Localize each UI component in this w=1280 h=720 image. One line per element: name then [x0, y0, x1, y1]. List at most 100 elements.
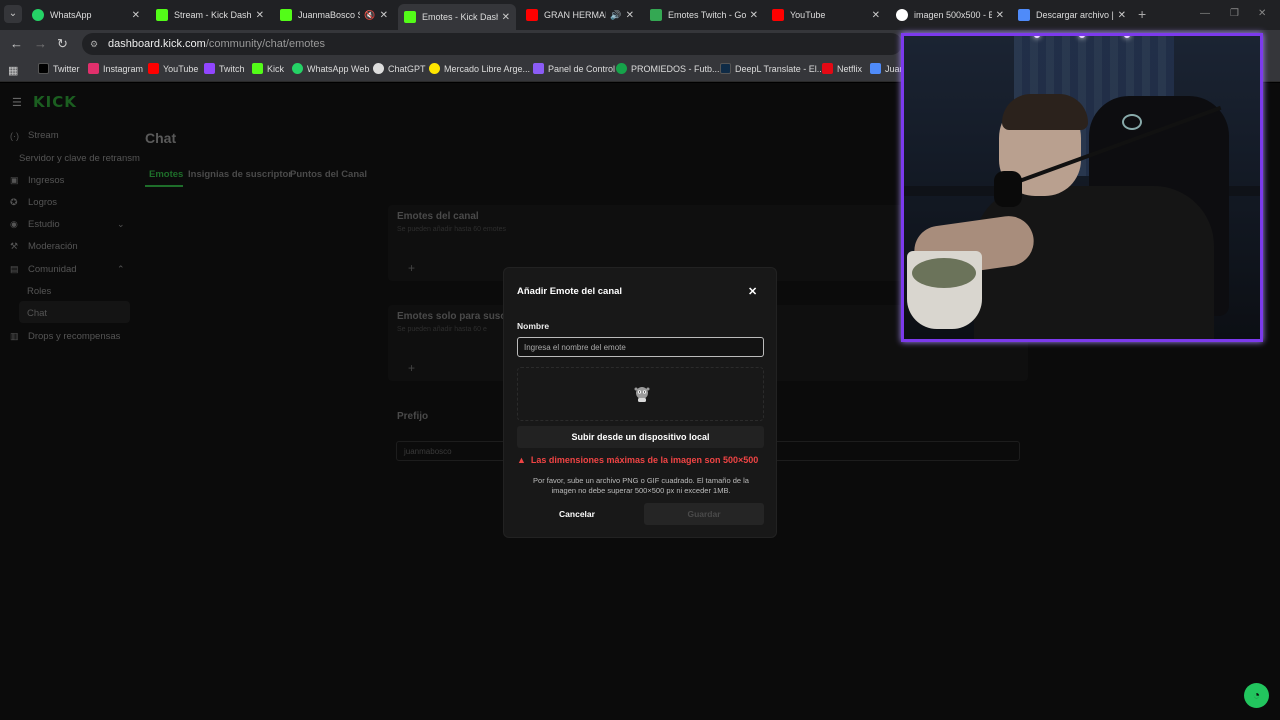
- promiedos-icon: [616, 63, 627, 74]
- tab-emotes-twitch[interactable]: Emotes Twitch - Goo ✕: [644, 4, 764, 26]
- bookmark-label: Panel de Control: [548, 63, 616, 74]
- bookmark-whatsapp-web[interactable]: WhatsApp Web: [292, 63, 369, 74]
- revenue-icon: ▣: [10, 175, 19, 185]
- tab-title: Emotes Twitch - Goo: [668, 10, 746, 20]
- bookmark-twitter[interactable]: Twitter: [38, 63, 80, 74]
- youtube-icon: [772, 9, 784, 21]
- tab-puntos[interactable]: Puntos del Canal: [290, 169, 367, 180]
- emote-placeholder-icon: [634, 387, 650, 402]
- bookmark-chatgpt[interactable]: ChatGPT: [373, 63, 426, 74]
- tab-title: Emotes - Kick Dashbo: [422, 12, 498, 22]
- close-icon[interactable]: ✕: [502, 12, 510, 23]
- tab-stream-kick[interactable]: Stream - Kick Dashbo ✕: [150, 4, 270, 26]
- whatsapp-icon: [292, 63, 303, 74]
- close-icon[interactable]: ✕: [256, 10, 264, 21]
- tab-title: GRAN HERMANO: [544, 10, 606, 20]
- tab-emotes[interactable]: Emotes: [149, 169, 183, 180]
- close-icon[interactable]: ✕: [748, 285, 757, 298]
- sidebar-label: Comunidad: [28, 264, 77, 275]
- upload-local-button[interactable]: Subir desde un dispositivo local: [517, 426, 764, 448]
- sidebar-item-ingresos[interactable]: ▣ Ingresos: [10, 175, 64, 186]
- bookmark-mercado-libre[interactable]: Mercado Libre Arge...: [429, 63, 530, 74]
- bookmark-deepl[interactable]: DeepL Translate - El...: [720, 63, 824, 74]
- panel-icon: [533, 63, 544, 74]
- url-bar[interactable]: ⚙ dashboard.kick.com /community/chat/emo…: [82, 33, 902, 55]
- bookmark-netflix[interactable]: Netflix: [822, 63, 862, 74]
- close-icon[interactable]: ✕: [996, 10, 1004, 21]
- menu-icon[interactable]: ☰: [12, 96, 22, 109]
- sidebar-label: Drops y recompensas: [28, 331, 121, 342]
- bookmark-twitch[interactable]: Twitch: [204, 63, 245, 74]
- apps-grid-icon[interactable]: ▦: [8, 64, 18, 77]
- sidebar-item-comunidad[interactable]: ▤ Comunidad: [10, 264, 77, 275]
- sidebar-item-drops[interactable]: ▥ Drops y recompensas: [10, 331, 120, 342]
- tab-search-button[interactable]: ⌄: [4, 5, 22, 23]
- sidebar-item-stream[interactable]: (·) Stream: [10, 130, 59, 141]
- webcam-overlay: [901, 33, 1263, 342]
- kick-icon: [280, 9, 292, 21]
- bookmark-label: Twitter: [53, 63, 80, 74]
- url-path: /community/chat/emotes: [205, 38, 326, 50]
- download-site-icon: [1018, 9, 1030, 21]
- tab-whatsapp[interactable]: WhatsApp ✕: [26, 4, 146, 26]
- new-tab-icon[interactable]: +: [1138, 6, 1146, 22]
- sidebar-item-moderacion[interactable]: ⚒ Moderación: [10, 241, 78, 252]
- sidebar-label: Chat: [27, 308, 48, 319]
- close-icon[interactable]: ✕: [380, 10, 388, 21]
- sidebar-label: Roles: [27, 286, 52, 297]
- close-icon[interactable]: ✕: [626, 10, 634, 21]
- tab-descargar[interactable]: Descargar archivo | li ✕: [1012, 4, 1132, 26]
- audio-icon[interactable]: 🔊: [610, 10, 621, 21]
- emote-name-input[interactable]: [517, 337, 764, 357]
- twitch-icon: [204, 63, 215, 74]
- close-icon[interactable]: ✕: [1118, 10, 1126, 21]
- sidebar-item-logros[interactable]: ✪ Logros: [10, 197, 57, 208]
- prefix-title: Prefijo: [397, 411, 429, 422]
- add-sub-emote-button[interactable]: +: [408, 361, 415, 375]
- support-chat-button[interactable]: ◔: [1244, 683, 1269, 708]
- studio-icon: ◉: [10, 219, 18, 229]
- tab-juanmabosco[interactable]: JuanmaBosco Str 🔇 ✕: [274, 4, 394, 26]
- tab-emotes-kick[interactable]: Emotes - Kick Dashbo ✕: [398, 4, 516, 30]
- bookmark-kick[interactable]: Kick: [252, 63, 284, 74]
- close-icon[interactable]: ✕: [132, 10, 140, 21]
- sidebar-item-chat[interactable]: Chat: [27, 308, 47, 319]
- back-icon[interactable]: ←: [10, 36, 23, 51]
- tab-insignias[interactable]: Insignias de suscriptor: [188, 169, 292, 180]
- chevron-down-icon[interactable]: ⌄: [117, 219, 125, 230]
- bookmark-instagram[interactable]: Instagram: [88, 63, 143, 74]
- microphone: [994, 171, 1022, 207]
- bookmark-youtube[interactable]: YouTube: [148, 63, 198, 74]
- bookmark-label: Instagram: [103, 63, 144, 74]
- tab-imagen-500[interactable]: imagen 500x500 - Bu ✕: [890, 4, 1010, 26]
- kick-logo[interactable]: KICK: [33, 93, 77, 111]
- image-drop-zone[interactable]: [517, 367, 764, 421]
- card-title: Emotes del canal: [397, 211, 479, 222]
- forward-icon[interactable]: →: [34, 36, 47, 51]
- sidebar-label: Ingresos: [28, 175, 65, 186]
- cancel-button[interactable]: Cancelar: [517, 503, 637, 525]
- tab-gran-hermano[interactable]: GRAN HERMANO 🔊 ✕: [520, 4, 640, 26]
- minimize-icon[interactable]: —: [1200, 8, 1210, 19]
- chevron-up-icon[interactable]: ⌃: [117, 264, 125, 275]
- bookmark-panel-control[interactable]: Panel de Control: [533, 63, 615, 74]
- maximize-icon[interactable]: ❐: [1230, 8, 1239, 19]
- tab-youtube[interactable]: YouTube ✕: [766, 4, 886, 26]
- site-info-icon[interactable]: ⚙: [90, 39, 100, 49]
- sidebar-item-roles[interactable]: Roles: [27, 286, 51, 297]
- close-icon[interactable]: ✕: [872, 10, 880, 21]
- mercado-libre-icon: [429, 63, 440, 74]
- save-button[interactable]: Guardar: [644, 503, 764, 525]
- add-emote-button[interactable]: +: [408, 261, 415, 275]
- window-close-icon[interactable]: ✕: [1258, 8, 1266, 19]
- youtube-icon: [148, 63, 159, 74]
- hammer-icon: ⚒: [10, 241, 19, 251]
- sidebar-item-estudio[interactable]: ◉ Estudio: [10, 219, 60, 230]
- close-icon[interactable]: ✕: [750, 10, 758, 21]
- tab-title: JuanmaBosco Str: [298, 10, 360, 20]
- bookmark-juan[interactable]: Juan: [870, 63, 905, 74]
- sidebar-item-stream-key[interactable]: Servidor y clave de retransm: [19, 153, 140, 164]
- reload-icon[interactable]: ↻: [57, 36, 68, 52]
- mute-icon[interactable]: 🔇: [364, 10, 375, 21]
- bookmark-promiedos[interactable]: PROMIEDOS - Futb...: [616, 63, 720, 74]
